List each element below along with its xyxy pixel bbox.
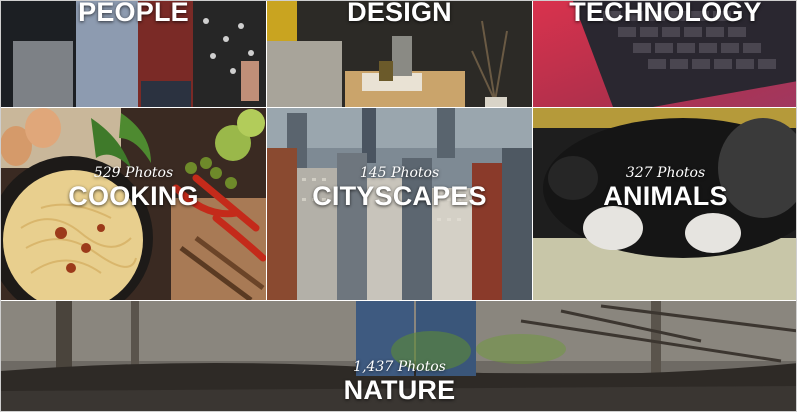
category-tile-cityscapes[interactable]: 145 Photos CITYSCAPES <box>267 108 532 300</box>
category-gallery: PEOPLE DESIGN TECHNOLOGY 529 Photos COOK… <box>0 0 797 412</box>
category-title: NATURE <box>343 375 456 405</box>
category-title: TECHNOLOGY <box>569 1 762 27</box>
photo-count: 145 Photos <box>359 165 440 181</box>
category-tile-nature[interactable]: 1,437 Photos NATURE <box>1 301 796 411</box>
category-tile-cooking[interactable]: 529 Photos COOKING <box>1 108 266 300</box>
category-tile-animals[interactable]: 327 Photos ANIMALS <box>533 108 796 300</box>
photo-count: 327 Photos <box>625 165 706 181</box>
category-tile-technology[interactable]: TECHNOLOGY <box>533 1 796 107</box>
photo-count: 1,437 Photos <box>353 359 446 375</box>
category-title: COOKING <box>68 181 199 211</box>
category-title: DESIGN <box>347 1 452 27</box>
category-tile-design[interactable]: DESIGN <box>267 1 532 107</box>
photo-count: 529 Photos <box>93 165 174 181</box>
category-tile-people[interactable]: PEOPLE <box>1 1 266 107</box>
category-title: PEOPLE <box>78 1 189 27</box>
category-title: CITYSCAPES <box>312 181 487 211</box>
category-title: ANIMALS <box>603 181 728 211</box>
